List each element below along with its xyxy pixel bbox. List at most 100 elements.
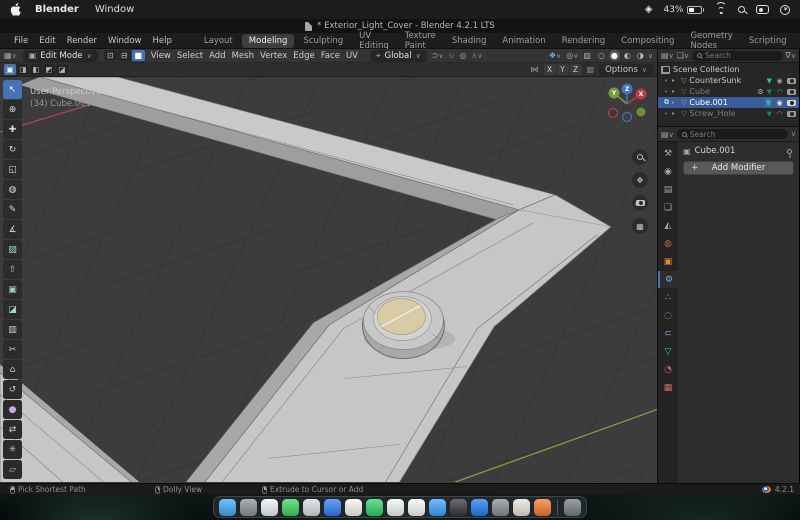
properties-tab-texture-icon[interactable]: ▦ [658, 379, 678, 396]
clock-icon[interactable] [780, 5, 790, 15]
outliner-search-input[interactable]: Search [692, 51, 783, 61]
xray-toggle-icon[interactable]: ▨ [583, 51, 591, 60]
falloff-icon[interactable]: ∧∨ [471, 51, 482, 60]
properties-tab-physics-icon[interactable]: ◌ [658, 307, 678, 324]
outliner-type-icon[interactable]: ▤∨ [661, 51, 674, 60]
dock-icon-finder[interactable] [219, 499, 236, 516]
tool-extrude-region[interactable]: ⇧ [3, 260, 22, 279]
properties-tab-object-data-icon[interactable]: ▽ [658, 343, 678, 360]
expand-icon[interactable]: ▸ [672, 88, 678, 95]
render-camera-icon[interactable] [787, 100, 796, 106]
editor-type-icon[interactable]: ▦∨ [4, 51, 17, 60]
tool-annotate[interactable]: ✎ [3, 200, 22, 219]
select-intersect-button[interactable]: ◪ [56, 64, 68, 75]
tool-inset-faces[interactable]: ▣ [3, 280, 22, 299]
add-modifier-button[interactable]: + Add Modifier [683, 161, 794, 175]
dock-icon-settings[interactable] [492, 499, 509, 516]
scene-canvas[interactable] [0, 77, 657, 482]
dock-icon-blender[interactable] [534, 499, 551, 516]
mirror-x-button[interactable]: X [544, 64, 556, 75]
outliner-row-cube-001[interactable]: ⧉▸ ▽ Cube.001 ▼ ◉ [658, 97, 799, 108]
dock-icon-terminal[interactable] [450, 499, 467, 516]
tool-bevel[interactable]: ◪ [3, 300, 22, 319]
menu-uv[interactable]: UV [346, 51, 358, 61]
mode-selector[interactable]: ▣ Edit Mode ∨ [23, 50, 98, 62]
dock-icon-music[interactable] [513, 499, 530, 516]
control-center-icon[interactable] [756, 5, 769, 14]
expand-icon[interactable]: ▸ [672, 77, 678, 84]
properties-tab-tool-icon[interactable]: ⚒ [658, 145, 678, 162]
battery-indicator[interactable]: 43% [663, 5, 704, 15]
mirror-y-button[interactable]: Y [557, 64, 569, 75]
tool-spin[interactable]: ↺ [3, 380, 22, 399]
overlays-toggle-icon[interactable]: ◎∨ [566, 51, 578, 60]
dock-icon-notes[interactable] [345, 499, 362, 516]
dock-icon-launchpad[interactable] [240, 499, 257, 516]
tool-move[interactable]: ✚ [3, 120, 22, 139]
menu-view[interactable]: View [151, 51, 171, 61]
tool-edge-slide[interactable]: ⇄ [3, 420, 22, 439]
shading-wireframe-icon[interactable]: ○ [596, 50, 607, 61]
active-app-name[interactable]: Blender [35, 4, 79, 15]
properties-tab-object-icon[interactable]: ▣ [658, 253, 678, 270]
menu-mesh[interactable]: Mesh [232, 51, 254, 61]
visibility-eye-icon[interactable]: ◠ [775, 88, 784, 96]
pin-icon[interactable] [787, 149, 792, 154]
dock-icon-app-store[interactable] [471, 499, 488, 516]
transform-orientation[interactable]: ⌖ Global ∨ [370, 50, 427, 62]
menu-add[interactable]: Add [209, 51, 225, 61]
tab-scripting[interactable]: Scripting [742, 34, 794, 48]
select-subtract-button[interactable]: ◧ [30, 64, 42, 75]
wifi-icon[interactable] [715, 5, 727, 14]
face-select-button[interactable]: ■ [132, 50, 145, 61]
visibility-eye-icon[interactable]: ◉ [775, 77, 784, 85]
dock-icon-calendar[interactable] [408, 499, 425, 516]
select-extend-button[interactable]: ◨ [17, 64, 29, 75]
snap-base-icon[interactable]: ▩ [587, 65, 595, 74]
tool-shrink-fatten[interactable]: ✳ [3, 440, 22, 459]
properties-tab-world-icon[interactable]: ◍ [658, 235, 678, 252]
properties-tab-scene-icon[interactable]: ◭ [658, 217, 678, 234]
perspective-toggle-button[interactable]: ▦ [632, 218, 648, 234]
outliner-row-countersunk[interactable]: •▸ ▽ CounterSunk ▼ ◉ [658, 75, 799, 86]
tool-shear[interactable]: ▱ [3, 460, 22, 479]
tool-transform[interactable]: ◍ [3, 180, 22, 199]
tool-poly-build[interactable]: ⌂ [3, 360, 22, 379]
menu-face[interactable]: Face [321, 51, 340, 61]
tool-add-cube[interactable]: ▧ [3, 240, 22, 259]
apple-menu-icon[interactable] [10, 3, 21, 16]
properties-tab-constraints-icon[interactable]: ⊂ [658, 325, 678, 342]
select-set-button[interactable]: ▣ [4, 64, 16, 75]
properties-tab-material-icon[interactable]: ◔ [658, 361, 678, 378]
menu-select[interactable]: Select [177, 51, 203, 61]
dock-icon-mail[interactable] [324, 499, 341, 516]
tab-sculpting[interactable]: Sculpting [296, 34, 350, 48]
gizmo-axis-x-neg[interactable] [609, 109, 618, 118]
tool-select-box[interactable]: ↖ [3, 80, 22, 99]
snap-magnet-icon[interactable]: ∪ [449, 51, 455, 60]
proportional-editing-icon[interactable]: ◎ [459, 51, 466, 60]
vertex-select-button[interactable]: ⊡ [104, 50, 117, 61]
properties-tab-render-icon[interactable]: ◉ [658, 163, 678, 180]
render-camera-icon[interactable] [787, 78, 796, 84]
gizmo-axis-y-neg[interactable] [637, 108, 646, 117]
options-dropdown[interactable]: Options ∨ [599, 64, 653, 76]
menu-vertex[interactable]: Vertex [260, 51, 287, 61]
render-camera-icon[interactable] [787, 89, 796, 95]
properties-tab-particles-icon[interactable]: ∴ [658, 289, 678, 306]
pan-button[interactable]: ✥ [632, 172, 648, 188]
gizmo-axis-z-neg[interactable] [623, 113, 632, 122]
dock-icon-facetime[interactable] [303, 499, 320, 516]
render-camera-icon[interactable] [787, 111, 796, 117]
dock-icon-safari[interactable] [261, 499, 278, 516]
tab-rendering[interactable]: Rendering [555, 34, 612, 48]
expand-icon[interactable]: ▸ [672, 110, 678, 117]
properties-search-input[interactable]: Search [677, 129, 788, 139]
zoom-button[interactable] [632, 149, 648, 165]
shading-material-icon[interactable]: ◐ [622, 50, 633, 61]
visibility-eye-icon[interactable]: ◉ [775, 99, 784, 107]
dock-icon-trash[interactable] [564, 499, 581, 516]
menu-file[interactable]: File [14, 36, 28, 46]
dock-icon-messages[interactable] [282, 499, 299, 516]
outliner-row-cube[interactable]: •▸ ▽ Cube ⚙ ▼ ◠ [658, 86, 799, 97]
